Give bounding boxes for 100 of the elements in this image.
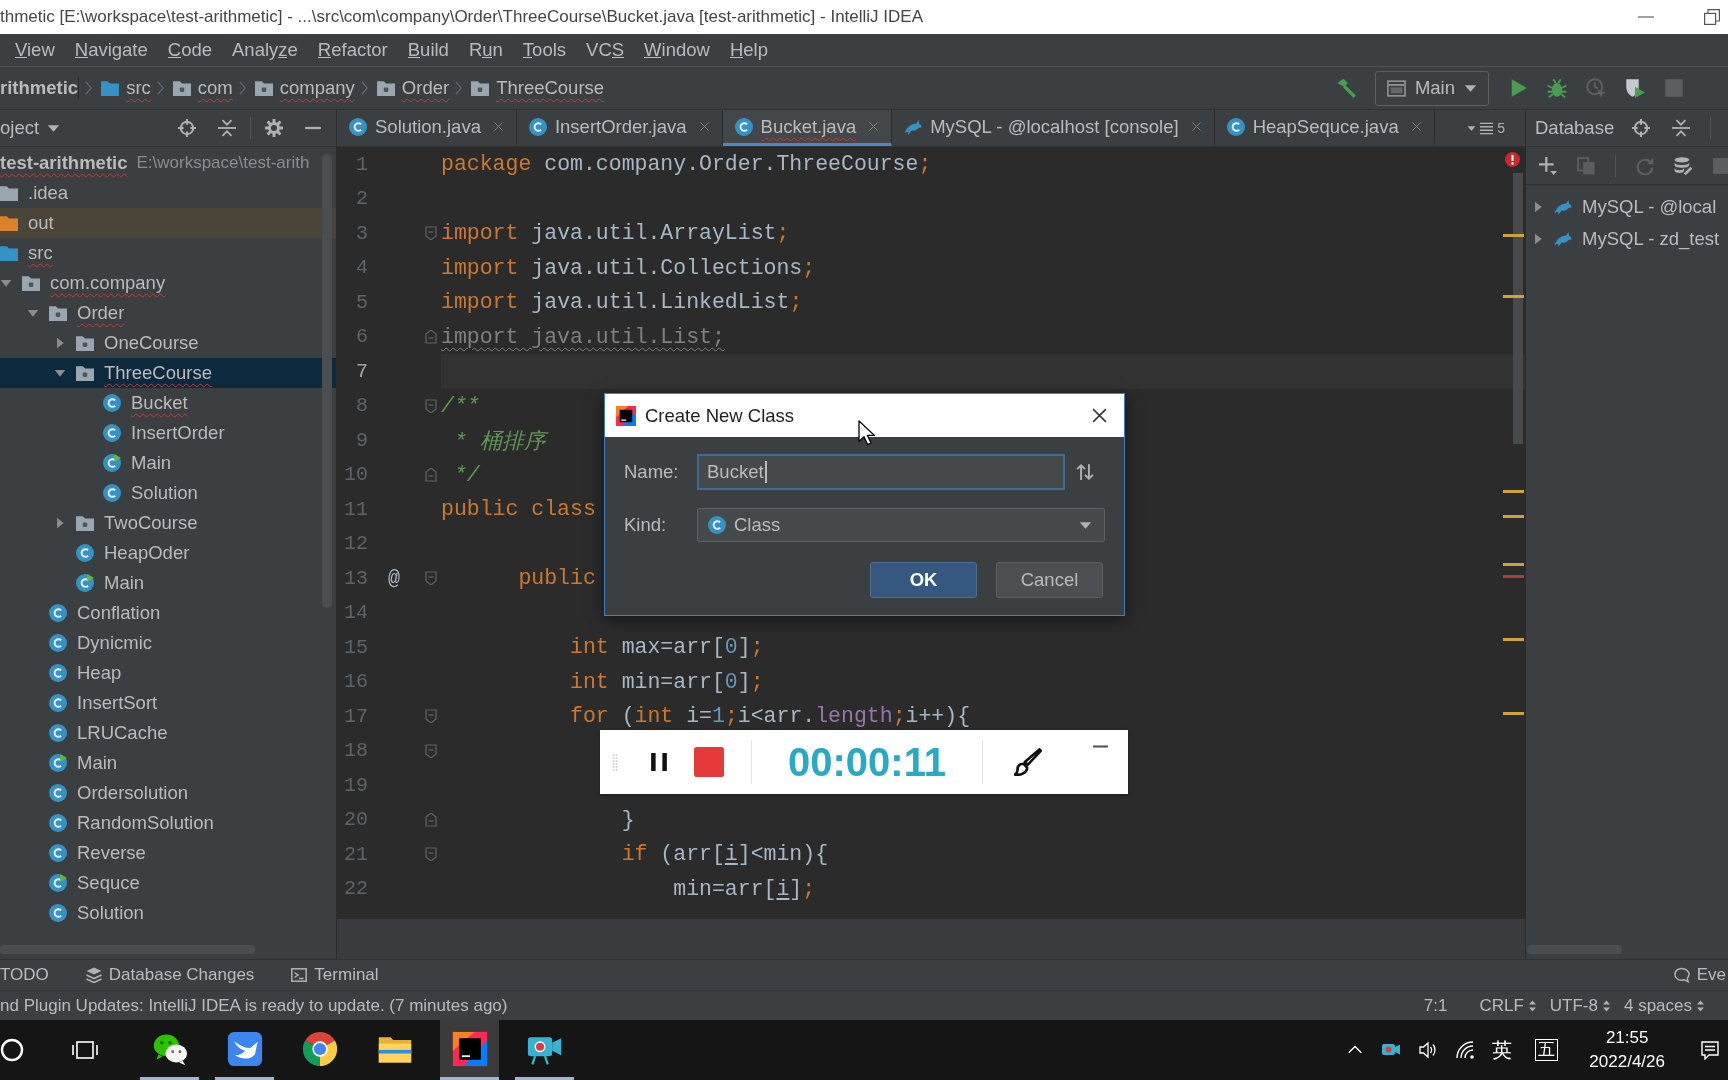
tree-item[interactable]: com.company [0, 268, 336, 298]
tree-item[interactable]: Bucket [0, 388, 336, 418]
task-view-icon[interactable] [72, 1040, 98, 1060]
grip-icon[interactable] [612, 752, 618, 772]
tree-item[interactable]: Ordersolution [0, 778, 336, 808]
collapsed-arrow-icon[interactable] [1532, 201, 1544, 213]
tree-item[interactable]: Conflation [0, 598, 336, 628]
tree-item[interactable]: RandomSolution [0, 808, 336, 838]
fold-marker-icon[interactable] [424, 226, 437, 241]
tree-item[interactable]: InsertSort [0, 688, 336, 718]
target-icon[interactable] [1632, 119, 1651, 137]
hammer-icon[interactable] [1335, 78, 1356, 98]
breadcrumb-item[interactable]: rithmetic [0, 77, 80, 99]
editor-tab[interactable]: HeapSequce.java [1214, 110, 1435, 146]
tree-item[interactable]: MySQL - zd_test [1526, 223, 1728, 255]
settings-icon[interactable] [265, 119, 283, 137]
status-message[interactable]: nd Plugin Updates: IntelliJ IDEA is ready to update. (7 minutes ago) [0, 995, 508, 1016]
wifi-icon[interactable] [1455, 1040, 1476, 1060]
status-bar-widget[interactable]: CRLF [1479, 995, 1536, 1016]
tree-item[interactable]: Heap [0, 658, 336, 688]
expanded-arrow-icon[interactable] [0, 277, 12, 289]
tree-item[interactable]: ThreeCourse [0, 358, 336, 388]
tree-item[interactable]: test-arithmetic E:\workspace\test-arith [0, 148, 336, 178]
clock-button[interactable]: 21:55 2022/4/26 [1589, 1026, 1665, 1074]
bug-icon[interactable] [1547, 78, 1567, 98]
editor-tab[interactable]: MySQL - @localhost [console] [892, 110, 1215, 146]
tree-item[interactable]: Reverse [0, 838, 336, 868]
breadcrumb-item[interactable]: ThreeCourse [470, 77, 605, 99]
text-field[interactable]: Bucket [697, 454, 1065, 490]
stripe-marker-icon[interactable] [1503, 295, 1524, 298]
tool-window-button[interactable]: Eve [1673, 965, 1728, 985]
error-icon[interactable] [1505, 152, 1520, 167]
fold-marker-icon[interactable] [424, 743, 437, 758]
expanded-arrow-icon[interactable] [54, 367, 66, 379]
stripe-marker-icon[interactable] [1503, 575, 1524, 578]
input-mode-button[interactable]: 五 [1535, 1039, 1559, 1061]
scrollbar-thumb[interactable] [1513, 173, 1523, 444]
stripe-marker-icon[interactable] [1503, 515, 1524, 518]
scrollbar-thumb[interactable] [1527, 945, 1622, 954]
brush-icon[interactable] [1014, 748, 1042, 776]
fold-marker-icon[interactable] [424, 847, 437, 862]
fold-marker-icon[interactable] [424, 812, 437, 827]
restore-icon[interactable] [1704, 9, 1720, 25]
stripe-marker-icon[interactable] [1503, 563, 1524, 566]
tree-item[interactable]: HeapOder [0, 538, 336, 568]
tree-item[interactable]: Order [0, 298, 336, 328]
tree-item[interactable]: LRUCache [0, 718, 336, 748]
gutter-marker[interactable]: @ [388, 566, 400, 590]
tree-item[interactable]: InsertOrder [0, 418, 336, 448]
collapsed-arrow-icon[interactable] [1532, 233, 1544, 245]
collapse-all-icon[interactable] [218, 119, 236, 137]
tool-window-button[interactable]: Database Changes [85, 965, 255, 985]
tree-item[interactable]: MySQL - @local [1526, 191, 1728, 223]
collapsed-arrow-icon[interactable] [54, 517, 66, 529]
shield-play-icon[interactable] [1625, 78, 1645, 98]
view-selector[interactable]: oject [0, 117, 61, 139]
stripe-marker-icon[interactable] [1503, 490, 1524, 493]
speaker-icon[interactable] [1418, 1040, 1439, 1060]
stripe-marker-icon[interactable] [1503, 234, 1524, 237]
tree-item[interactable]: .idea [0, 178, 336, 208]
editor-tab[interactable]: InsertOrder.java [516, 110, 723, 146]
breadcrumb-item[interactable]: src [100, 77, 151, 99]
tree-item[interactable]: OneCourse [0, 328, 336, 358]
fold-marker-icon[interactable] [424, 709, 437, 724]
tool-window-button[interactable]: Terminal [291, 965, 379, 985]
tree-item[interactable]: Main [0, 568, 336, 598]
tree-item[interactable]: Dynicmic [0, 628, 336, 658]
breadcrumb-item[interactable]: company [253, 77, 355, 99]
sort-arrows-icon[interactable] [1076, 463, 1094, 481]
input-language-button[interactable]: 英 [1492, 1036, 1513, 1064]
pause-icon[interactable] [650, 751, 668, 773]
close-icon[interactable] [1091, 407, 1108, 424]
notification-icon[interactable] [1700, 1040, 1720, 1060]
tree-item[interactable]: out [0, 208, 336, 238]
tree-item[interactable]: Main [0, 748, 336, 778]
caret-position[interactable]: 7:1 [1423, 995, 1448, 1016]
expanded-arrow-icon[interactable] [27, 307, 39, 319]
collapsed-arrow-icon[interactable] [54, 337, 66, 349]
tool-window-button[interactable]: TODO [0, 965, 49, 985]
run-configuration-dropdown[interactable]: Main [1374, 70, 1489, 106]
stripe-marker-icon[interactable] [1503, 638, 1524, 641]
fold-marker-icon[interactable] [424, 467, 437, 482]
tab-list-button[interactable]: 5 [1467, 110, 1525, 146]
tree-item[interactable]: Solution [0, 478, 336, 508]
tree-item[interactable]: src [0, 238, 336, 268]
search-icon[interactable] [0, 1038, 24, 1062]
dialog-button[interactable]: Cancel [996, 562, 1103, 598]
stripe-marker-icon[interactable] [1503, 712, 1524, 715]
tree-item[interactable]: Sequce [0, 868, 336, 898]
status-bar-widget[interactable]: UTF-8 [1549, 995, 1610, 1016]
breadcrumb-item[interactable]: com [171, 77, 233, 99]
database-wrench-icon[interactable] [1674, 156, 1692, 175]
target-icon[interactable] [178, 119, 196, 137]
editor-tab[interactable]: Bucket.java [722, 110, 893, 146]
dialog-button[interactable]: OK [870, 562, 977, 598]
editor-tab[interactable]: Solution.java [337, 110, 517, 146]
status-bar-widget[interactable]: 4 spaces [1623, 995, 1704, 1016]
collapse-all-icon[interactable] [1672, 119, 1691, 137]
fold-marker-icon[interactable] [424, 571, 437, 586]
tree-item[interactable]: Solution [0, 898, 336, 928]
